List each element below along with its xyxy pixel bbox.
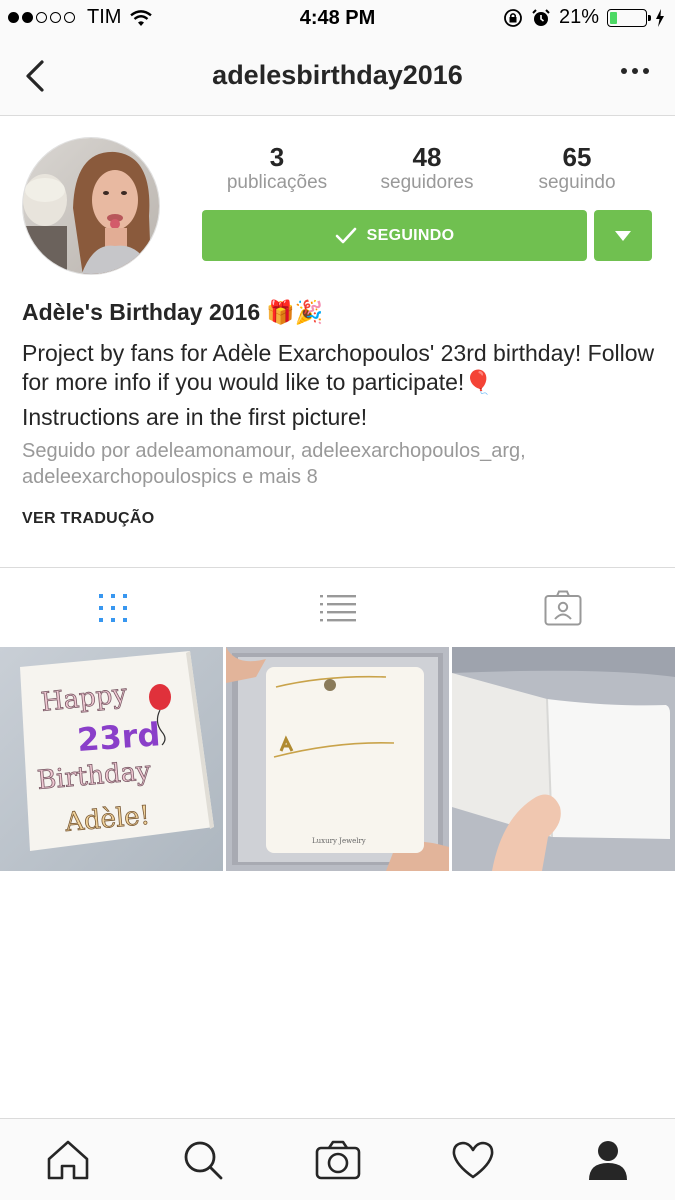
home-icon [47, 1140, 88, 1179]
tab-grid[interactable] [0, 568, 225, 647]
list-view-icon [319, 594, 356, 621]
triangle-down-icon [615, 230, 631, 241]
stat-following[interactable]: 65 seguindo [502, 142, 652, 194]
charging-bolt-icon [656, 8, 664, 27]
tab-activity[interactable] [405, 1119, 540, 1200]
page-title: adelesbirthday2016 [212, 60, 463, 90]
navigation-bar: adelesbirthday2016 [0, 38, 675, 116]
tagged-photos-icon [544, 590, 581, 625]
following-button-label: SEGUINDO [366, 226, 455, 244]
tab-camera[interactable] [270, 1119, 405, 1200]
post-thumbnail[interactable]: Happy 23rd Birthday Adèle! [0, 647, 223, 871]
tab-list[interactable] [225, 568, 450, 647]
suggestions-dropdown-button[interactable] [594, 210, 652, 261]
profile-icon [588, 1140, 627, 1180]
following-label: seguindo [538, 172, 616, 193]
balloon-emoji: 🎈 [464, 369, 493, 395]
camera-icon [315, 1140, 360, 1179]
profile-avatar [22, 137, 160, 275]
profile-stats: 3 publicações 48 seguidores 65 seguindo [202, 142, 652, 194]
followers-label: seguidores [380, 172, 474, 193]
more-options-icon[interactable] [621, 68, 649, 74]
tab-profile[interactable] [540, 1119, 675, 1200]
battery-percentage: 21% [558, 6, 599, 28]
following-button[interactable]: SEGUINDO [202, 210, 587, 261]
heart-icon [452, 1141, 493, 1178]
see-translation-link[interactable]: VER TRADUÇÃO [22, 510, 662, 528]
search-icon [184, 1141, 222, 1179]
status-bar: TIM 4:48 PM 21% [0, 0, 675, 38]
stat-followers[interactable]: 48 seguidores [352, 142, 502, 194]
bottom-tab-bar [0, 1118, 675, 1200]
bio-instructions: Instructions are in the first picture! [22, 404, 368, 430]
alarm-icon [532, 8, 550, 26]
profile-view-tabs [0, 567, 675, 647]
jewelry-card-caption: Luxury Jewelry [312, 837, 366, 845]
bio-description: Project by fans for Adèle Exarchopoulos'… [22, 339, 662, 397]
card-line-23: 23rd [76, 715, 162, 759]
profile-bio: Adèle's Birthday 2016 🎁🎉 Project by fans… [22, 296, 662, 528]
stat-posts[interactable]: 3 publicações [202, 142, 352, 194]
posts-grid: Happy 23rd Birthday Adèle! Luxury Jewelr… [0, 647, 675, 871]
profile-name: Adèle's Birthday 2016 🎁🎉 [22, 296, 662, 328]
post-thumbnail[interactable]: Luxury Jewelry [226, 647, 449, 871]
battery-level [610, 11, 618, 24]
tab-home[interactable] [0, 1119, 135, 1200]
status-right: 21% [503, 6, 665, 29]
post-thumbnail[interactable] [452, 647, 675, 871]
orientation-lock-icon [504, 8, 522, 27]
tab-tagged[interactable] [450, 568, 675, 647]
posts-count: 3 [269, 142, 285, 172]
followed-by-text[interactable]: Seguido por adeleamonamour, adeleexarcho… [22, 438, 662, 490]
profile-name-text: Adèle's Birthday 2016 [22, 299, 261, 325]
battery-icon [607, 8, 651, 27]
bio-description-text: Project by fans for Adèle Exarchopoulos'… [22, 340, 655, 395]
gift-party-emoji: 🎁🎉 [266, 299, 324, 325]
grid-view-icon [98, 593, 127, 622]
tab-search[interactable] [135, 1119, 270, 1200]
checkmark-icon [335, 227, 356, 243]
following-count: 65 [562, 142, 592, 172]
followers-count: 48 [412, 142, 442, 172]
posts-label: publicações [226, 172, 328, 193]
